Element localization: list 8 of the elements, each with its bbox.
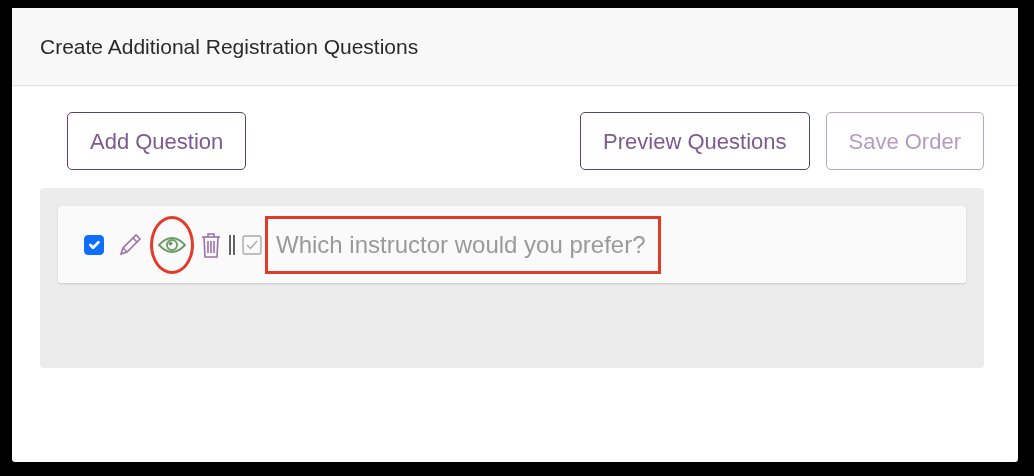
preview-questions-button[interactable]: Preview Questions <box>580 112 810 170</box>
checkbox-type-icon <box>242 234 262 255</box>
question-text: Which instructor would you prefer? <box>268 218 658 271</box>
drag-handle-icon[interactable] <box>228 233 236 256</box>
add-question-button[interactable]: Add Question <box>67 112 247 170</box>
trash-icon[interactable] <box>200 230 222 259</box>
panel-title: Create Additional Registration Questions <box>40 33 419 60</box>
question-checkbox[interactable] <box>84 234 104 255</box>
